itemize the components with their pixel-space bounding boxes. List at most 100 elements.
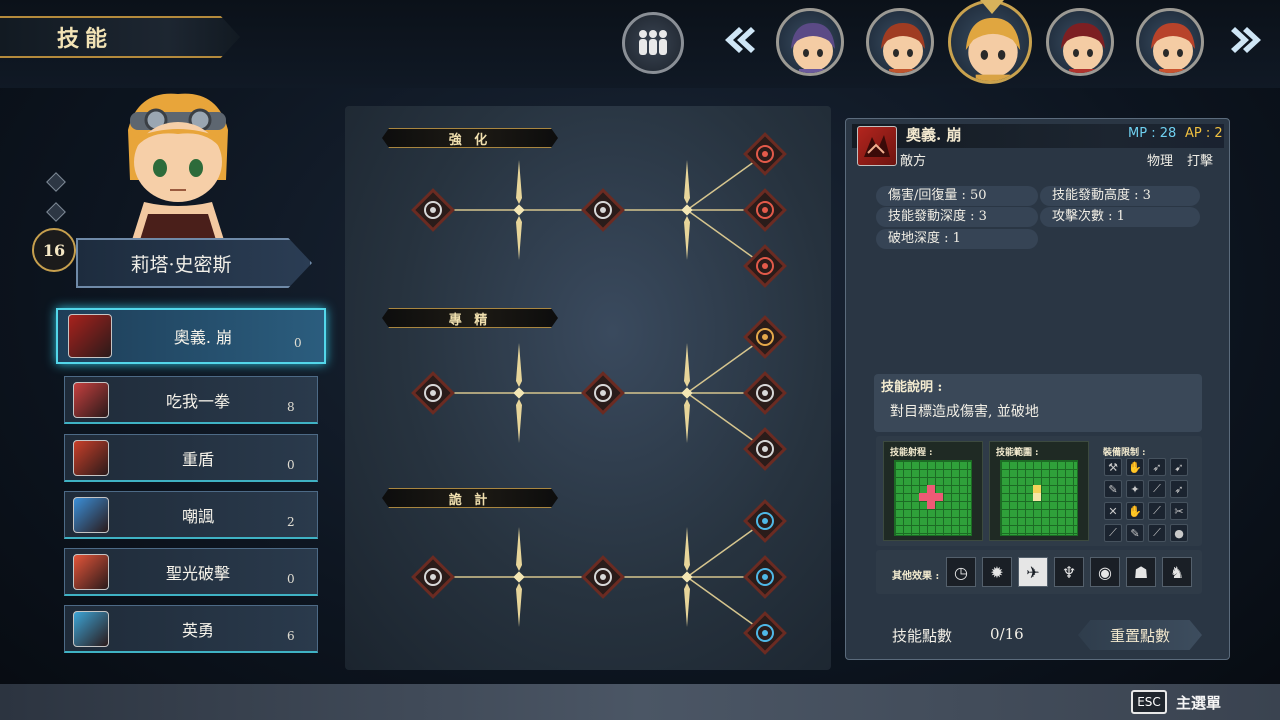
reset-points-label: 重置點數: [1109, 626, 1170, 645]
party-portrait-2[interactable]: [866, 8, 934, 76]
party-portrait-5[interactable]: [1136, 8, 1204, 76]
crumble-icon: [857, 126, 897, 166]
skill-item-3[interactable]: 重盾 0: [64, 434, 318, 482]
equip-slot-icon: ➹: [1170, 458, 1188, 476]
tree-spike-3-a-joint: [513, 571, 525, 583]
skill-level: 0: [287, 457, 295, 472]
area-marker-top: [1033, 485, 1041, 493]
area-marker-bottom: [1033, 493, 1041, 501]
skill-item-6[interactable]: 英勇 6: [64, 605, 318, 653]
tree-node-2-2[interactable]: [581, 371, 625, 415]
tree-node-3-2[interactable]: [581, 555, 625, 599]
tree-section-mastery-text: 專 精: [448, 312, 492, 328]
tree-node-2-5[interactable]: [743, 427, 787, 471]
team-icon: [639, 30, 667, 55]
skill-name: 重盾: [181, 449, 214, 469]
stat-break-depth: 破地深度 : 1: [876, 229, 1038, 249]
stat-activation-depth: 技能發動深度 : 3: [876, 207, 1038, 227]
range-grid: [894, 460, 972, 536]
equip-title: 裝備限制 :: [1103, 448, 1146, 458]
tree-node-2-4[interactable]: [743, 371, 787, 415]
equip-slot-icon: ✦: [1126, 480, 1144, 498]
equip-slot-icon: ➶: [1148, 458, 1166, 476]
effects-row: ◷ ✹ ✈ ♆ ◉ ☗ ♞: [946, 557, 1192, 587]
info-skill-name: 奧義. 崩: [906, 126, 962, 144]
tree-spike-2-a-bottom: [516, 399, 522, 443]
equip-slot-icon: ⟋: [1148, 502, 1166, 520]
tree-spike-3-b-top: [684, 527, 690, 571]
info-type-physical: 物理: [1147, 154, 1174, 169]
chevron-left-icon: [725, 27, 755, 53]
skill-level: 8: [287, 399, 295, 414]
skill-points-value: 0/16: [990, 625, 1024, 643]
skill-level: 6: [287, 628, 295, 643]
equip-slot-icon: ➶: [1170, 480, 1188, 498]
skill-name: 吃我一拳: [165, 391, 230, 411]
tree-node-2-1[interactable]: [411, 371, 455, 415]
holy-strike-icon: [73, 553, 109, 590]
selected-character-marker: [980, 0, 1004, 14]
equip-slot-icon: ✋: [1126, 502, 1144, 520]
shield-icon: [73, 439, 109, 476]
reset-points-button[interactable]: 重置點數: [1078, 620, 1202, 650]
screen-title: 技能: [56, 26, 113, 52]
next-character-button[interactable]: [1230, 20, 1266, 60]
bird-icon: ✈: [1018, 557, 1048, 587]
tree-spike-3-a-top: [516, 527, 522, 571]
tree-node-3-5[interactable]: [743, 611, 787, 655]
main-menu-label[interactable]: 主選單: [1176, 692, 1221, 713]
skill-name: 奧義. 崩: [173, 328, 233, 347]
equip-slot-icon: ✋: [1126, 458, 1144, 476]
valor-icon: [73, 610, 109, 647]
info-target: 敵方: [900, 154, 927, 169]
tree-node-1-1[interactable]: [411, 188, 455, 232]
taunt-icon: [73, 496, 109, 533]
stat-damage: 傷害/回復量 : 50: [876, 186, 1038, 206]
effects-title: 其他效果 :: [892, 571, 940, 582]
burst-icon: ✹: [982, 557, 1012, 587]
skill-item-5[interactable]: 聖光破擊 0: [64, 548, 318, 596]
screen-title-plate: 技能: [0, 16, 240, 58]
tree-node-1-3[interactable]: [743, 132, 787, 176]
esc-key-hint[interactable]: ESC: [1131, 690, 1167, 714]
tree-spike-1-b-bottom: [684, 216, 690, 260]
range-marker-h: [919, 493, 943, 501]
tree-node-1-4[interactable]: [743, 188, 787, 232]
description-text: 對目標造成傷害, 並破地: [890, 404, 1039, 420]
skill-item-2[interactable]: 吃我一拳 8: [64, 376, 318, 424]
side-gem-2: [46, 202, 66, 222]
party-portrait-1[interactable]: [776, 8, 844, 76]
skill-name: 英勇: [181, 620, 214, 640]
level-badge: 16: [32, 228, 76, 272]
tree-node-2-3[interactable]: [743, 315, 787, 359]
equip-slot-icon: ✎: [1104, 480, 1122, 498]
hood-icon: ☗: [1126, 557, 1156, 587]
tree-node-3-3[interactable]: [743, 499, 787, 543]
tree-spike-1-b-top: [684, 160, 690, 204]
equip-slot-icon: ⟋: [1104, 524, 1122, 542]
tree-section-label-trick: 詭 計: [382, 488, 558, 508]
party-portrait-4[interactable]: [1046, 8, 1114, 76]
tree-spike-3-b-joint: [681, 571, 693, 583]
eye-icon: ◉: [1090, 557, 1120, 587]
tree-node-1-2[interactable]: [581, 188, 625, 232]
tree-spike-1-a-joint: [513, 204, 525, 216]
tree-spike-3-a-bottom: [516, 583, 522, 627]
skill-item-4[interactable]: 嘲諷 2: [64, 491, 318, 539]
equip-slot-icon: ✕: [1104, 502, 1122, 520]
equip-slot-icon: ⚒: [1104, 458, 1122, 476]
stat-attack-count: 攻擊次數 : 1: [1040, 207, 1200, 227]
tree-spike-2-a-top: [516, 343, 522, 387]
skill-tree-graph: [411, 132, 787, 655]
tree-node-1-5[interactable]: [743, 244, 787, 288]
prev-character-button[interactable]: [720, 20, 756, 60]
team-overview-button[interactable]: [622, 12, 684, 74]
equip-slot-icon: ✂: [1170, 502, 1188, 520]
tree-node-3-4[interactable]: [743, 555, 787, 599]
skill-item-1[interactable]: 奧義. 崩 0: [56, 308, 326, 364]
chevron-right-icon: [1231, 27, 1261, 53]
range-title: 技能射程 :: [890, 448, 933, 458]
tree-node-3-1[interactable]: [411, 555, 455, 599]
tree-spike-1-a-top: [516, 160, 522, 204]
tree-spike-2-a-joint: [513, 387, 525, 399]
